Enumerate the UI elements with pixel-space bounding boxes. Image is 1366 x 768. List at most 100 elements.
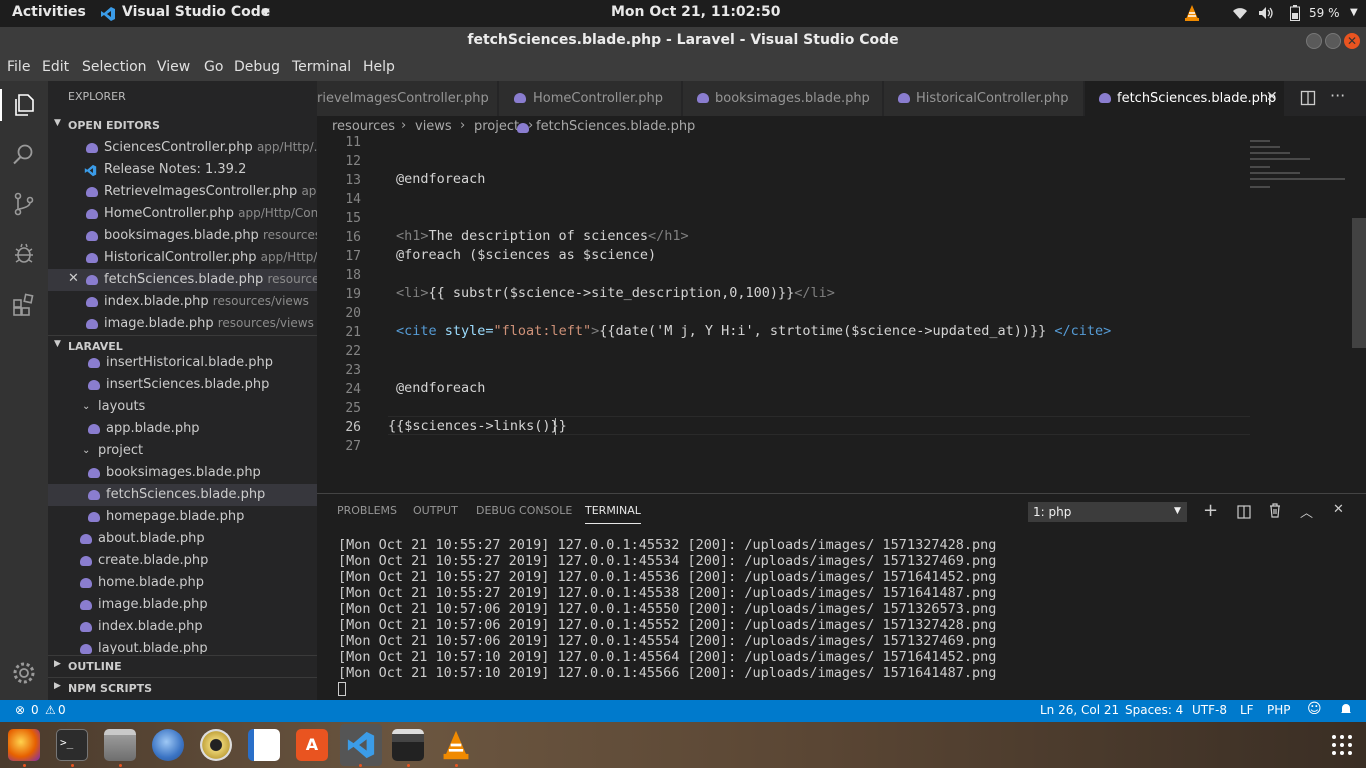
tab-historicalcontroller[interactable]: HistoricalController.php (884, 81, 1084, 116)
cursor-position[interactable]: Ln 26, Col 21 (1040, 703, 1119, 717)
npm-scripts-header[interactable]: ▶ NPM SCRIPTS (48, 677, 317, 699)
explorer-icon[interactable] (0, 89, 48, 121)
libreoffice-writer-icon[interactable] (248, 729, 280, 761)
open-editor-item[interactable]: HomeController.php app/Http/Con... (48, 203, 317, 225)
open-editors-header[interactable]: ▼ OPEN EDITORS (48, 115, 317, 137)
tab-retrieveimagescontroller[interactable]: rieveImagesController.php (317, 81, 498, 116)
editor-scrollbar[interactable] (1352, 218, 1366, 348)
error-count[interactable]: 0 (31, 703, 39, 717)
terminal-selector[interactable]: 1: php ▼ (1028, 502, 1187, 522)
tree-file-selected[interactable]: fetchSciences.blade.php (48, 484, 317, 506)
menu-edit[interactable]: Edit (42, 59, 69, 75)
panel-tab-problems[interactable]: PROBLEMS (337, 504, 397, 517)
tree-file[interactable]: booksimages.blade.php (48, 462, 317, 484)
video-editor-icon[interactable] (392, 729, 424, 761)
software-center-icon[interactable]: A (296, 729, 328, 761)
battery-icon[interactable] (1290, 5, 1300, 25)
outline-header[interactable]: ▶ OUTLINE (48, 655, 317, 677)
volume-icon[interactable] (1258, 6, 1274, 24)
search-icon[interactable] (8, 138, 40, 170)
tab-booksimages[interactable]: booksimages.blade.php (683, 81, 883, 116)
wifi-icon[interactable] (1232, 6, 1248, 24)
breadcrumb-item[interactable]: project (474, 119, 519, 134)
tab-fetchsciences[interactable]: fetchSciences.blade.php ✕ (1085, 81, 1285, 116)
show-applications-icon[interactable] (1331, 734, 1353, 756)
error-icon[interactable]: ⊗ (15, 703, 25, 717)
open-editor-item[interactable]: image.blade.php resources/views (48, 313, 317, 335)
rhythmbox-icon[interactable] (200, 729, 232, 761)
warning-count[interactable]: 0 (58, 703, 66, 717)
files-icon[interactable] (104, 729, 136, 761)
vscode-dock-icon[interactable] (340, 724, 382, 766)
tree-file[interactable]: insertHistorical.blade.php (48, 352, 317, 374)
breadcrumb-item[interactable]: resources (332, 119, 395, 134)
split-editor-icon[interactable] (1300, 90, 1316, 110)
tree-file[interactable]: index.blade.php (48, 616, 317, 638)
menu-terminal[interactable]: Terminal (292, 59, 351, 75)
trash-icon[interactable] (1268, 503, 1282, 522)
thunderbird-icon[interactable] (152, 729, 184, 761)
firefox-icon[interactable] (8, 729, 40, 761)
tree-file[interactable]: homepage.blade.php (48, 506, 317, 528)
tree-folder[interactable]: ⌄ project (48, 440, 317, 462)
open-editor-item[interactable]: index.blade.php resources/views (48, 291, 317, 313)
vlc-icon[interactable] (440, 729, 472, 761)
activities-button[interactable]: Activities (12, 4, 86, 20)
clock[interactable]: Mon Oct 21, 11:02:50 (611, 4, 780, 20)
panel-tab-output[interactable]: OUTPUT (413, 504, 458, 517)
terminal-icon[interactable]: >_ (56, 729, 88, 761)
close-tab-icon[interactable]: ✕ (1266, 89, 1278, 105)
system-menu-chevron-icon[interactable]: ▼ (1350, 7, 1358, 18)
open-editor-item[interactable]: booksimages.blade.php resources... (48, 225, 317, 247)
tree-file[interactable]: insertSciences.blade.php (48, 374, 317, 396)
close-window-button[interactable]: ✕ (1344, 33, 1360, 49)
close-panel-icon[interactable]: ✕ (1333, 502, 1344, 517)
open-editor-item[interactable]: SciencesController.php app/Http/... (48, 137, 317, 159)
tree-file[interactable]: app.blade.php (48, 418, 317, 440)
menu-file[interactable]: File (7, 59, 30, 75)
menu-help[interactable]: Help (363, 59, 395, 75)
settings-gear-icon[interactable] (8, 657, 40, 689)
open-editor-item[interactable]: RetrieveImagesController.php ap... (48, 181, 317, 203)
encoding[interactable]: UTF-8 (1192, 703, 1227, 717)
tab-homecontroller[interactable]: HomeController.php (499, 81, 682, 116)
tree-file[interactable]: create.blade.php (48, 550, 317, 572)
close-icon[interactable]: ✕ (68, 271, 79, 286)
source-control-icon[interactable] (8, 188, 40, 220)
split-terminal-icon[interactable] (1237, 504, 1251, 523)
vlc-tray-icon[interactable] (1183, 4, 1201, 26)
feedback-smiley-icon[interactable]: ☺ (1307, 701, 1322, 717)
tree-file[interactable]: image.blade.php (48, 594, 317, 616)
maximize-panel-icon[interactable]: ︿ (1300, 502, 1313, 521)
panel-tab-debug-console[interactable]: DEBUG CONSOLE (476, 504, 572, 517)
debug-icon[interactable] (8, 238, 40, 270)
more-actions-icon[interactable]: ··· (1330, 86, 1345, 105)
warning-icon[interactable]: ⚠ (45, 703, 56, 717)
open-editor-item-active[interactable]: ✕ fetchSciences.blade.php resource... (48, 269, 317, 291)
menu-go[interactable]: Go (204, 59, 223, 75)
tree-file[interactable]: home.blade.php (48, 572, 317, 594)
panel-tab-terminal[interactable]: TERMINAL (585, 504, 641, 524)
minimap[interactable] (1247, 138, 1352, 198)
minimize-button[interactable] (1306, 33, 1322, 49)
tree-file[interactable]: layout.blade.php (48, 638, 317, 654)
indentation[interactable]: Spaces: 4 (1125, 703, 1183, 717)
app-menu-button[interactable]: Visual Studio Code (122, 4, 270, 20)
menu-selection[interactable]: Selection (82, 59, 147, 75)
chevron-down-icon: ▼ (262, 7, 270, 18)
menu-debug[interactable]: Debug (234, 59, 280, 75)
end-of-line[interactable]: LF (1240, 703, 1254, 717)
language-mode[interactable]: PHP (1267, 703, 1291, 717)
tree-file[interactable]: about.blade.php (48, 528, 317, 550)
maximize-button[interactable] (1325, 33, 1341, 49)
notifications-bell-icon[interactable] (1340, 702, 1352, 719)
breadcrumb-item[interactable]: views (415, 119, 452, 134)
code-editor[interactable]: 11 12 13 14 15 16 17 18 19 20 21 22 23 2… (317, 135, 1366, 493)
menu-view[interactable]: View (157, 59, 190, 75)
open-editor-item[interactable]: Release Notes: 1.39.2 (48, 159, 317, 181)
breadcrumb-item[interactable]: fetchSciences.blade.php (536, 119, 695, 134)
open-editor-item[interactable]: HistoricalController.php app/Http/... (48, 247, 317, 269)
tree-folder[interactable]: ⌄ layouts (48, 396, 317, 418)
extensions-icon[interactable] (8, 288, 40, 320)
new-terminal-icon[interactable]: + (1203, 500, 1218, 521)
